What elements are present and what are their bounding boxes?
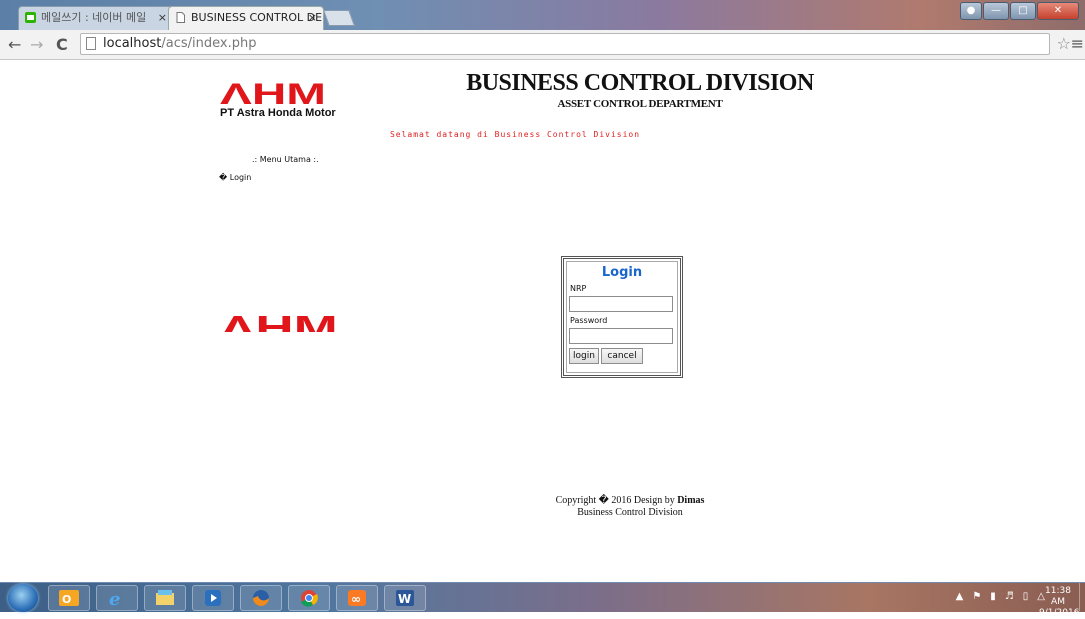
show-hidden-icons-icon[interactable]: ▲ bbox=[956, 591, 964, 602]
battery-icon[interactable]: ▯ bbox=[1023, 591, 1029, 602]
window-controls: ● — □ ✕ bbox=[960, 2, 1079, 20]
firefox-icon[interactable] bbox=[240, 585, 282, 611]
tab-close-icon[interactable]: × bbox=[308, 7, 317, 29]
media-player-icon[interactable] bbox=[192, 585, 234, 611]
network-signal-icon[interactable]: ▮ bbox=[990, 591, 996, 602]
system-clock[interactable]: 11:38 AM 9/1/2016 bbox=[1039, 586, 1080, 619]
file-explorer-icon[interactable] bbox=[144, 585, 186, 611]
footer-copyright: Copyright � 2016 Design by Dimas bbox=[440, 495, 820, 507]
internet-explorer-icon[interactable]: e bbox=[96, 585, 138, 611]
footer: Copyright � 2016 Design by Dimas Busines… bbox=[440, 495, 820, 519]
outlook-icon[interactable]: O bbox=[48, 585, 90, 611]
svg-text:ΛHM: ΛHM bbox=[220, 312, 338, 332]
url-host: localhost bbox=[103, 36, 162, 51]
forward-arrow-icon[interactable]: → bbox=[30, 35, 43, 55]
login-title: Login bbox=[601, 265, 643, 280]
browser-tab-strip: 메일쓰기 : 네이버 메일 × BUSINESS CONTROL DEP × ●… bbox=[0, 0, 1085, 30]
new-tab-button[interactable] bbox=[323, 10, 355, 26]
svg-text:e: e bbox=[109, 589, 120, 608]
nrp-input[interactable] bbox=[569, 296, 673, 312]
nrp-label: NRP bbox=[570, 284, 587, 293]
clock-time: 11:38 AM bbox=[1045, 586, 1071, 607]
page-title: BUSINESS CONTROL DIVISION bbox=[466, 70, 814, 96]
word-icon[interactable]: W bbox=[384, 585, 426, 611]
sidebar-item-login[interactable]: � Login bbox=[219, 173, 251, 182]
reload-icon[interactable]: C bbox=[56, 35, 68, 55]
chrome-icon[interactable] bbox=[288, 585, 330, 611]
ahm-logo-partial: ΛHM bbox=[220, 312, 340, 332]
minimize-button[interactable]: — bbox=[983, 2, 1009, 20]
svg-text:O: O bbox=[62, 593, 71, 606]
system-tray: ▲ ⚑ ▮ ♬ ▯ △ bbox=[956, 591, 1045, 602]
user-icon[interactable]: ● bbox=[960, 2, 982, 20]
welcome-marquee: Selamat datang di Business Control Divis… bbox=[389, 130, 641, 139]
footer-author: Dimas bbox=[677, 495, 705, 506]
sidebar-menu-title: .: Menu Utama :. bbox=[252, 155, 319, 164]
menu-icon[interactable]: ≡ bbox=[1071, 34, 1084, 53]
cancel-button[interactable]: cancel bbox=[601, 348, 643, 364]
bookmark-star-icon[interactable]: ☆ bbox=[1057, 34, 1071, 53]
password-label: Password bbox=[570, 316, 608, 325]
back-arrow-icon[interactable]: ← bbox=[8, 35, 21, 55]
svg-text:∞: ∞ bbox=[351, 592, 361, 606]
windows-taskbar: O e ∞ W ▲ ⚑ ▮ ♬ ▯ △ 11:38 AM 9/1/2016 bbox=[0, 582, 1085, 618]
page-content: ΛHM PT Astra Honda Motor BUSINESS CONTRO… bbox=[0, 60, 1085, 582]
svg-text:ΛHM: ΛHM bbox=[220, 80, 326, 106]
tab-label: 메일쓰기 : 네이버 메일 bbox=[41, 11, 147, 24]
tab-naver-mail[interactable]: 메일쓰기 : 네이버 메일 × bbox=[18, 6, 174, 30]
tab-business-control[interactable]: BUSINESS CONTROL DEP × bbox=[168, 6, 324, 30]
page-subtitle: ASSET CONTROL DEPARTMENT bbox=[557, 98, 723, 110]
maximize-button[interactable]: □ bbox=[1010, 2, 1036, 20]
url-path: /acs/index.php bbox=[161, 36, 257, 51]
svg-text:W: W bbox=[398, 592, 411, 606]
logo-caption: PT Astra Honda Motor bbox=[220, 107, 336, 119]
page-favicon-icon bbox=[176, 12, 185, 23]
close-window-button[interactable]: ✕ bbox=[1037, 2, 1079, 20]
ahm-logo: ΛHM PT Astra Honda Motor bbox=[220, 80, 340, 119]
volume-icon[interactable]: ♬ bbox=[1005, 591, 1014, 602]
password-input[interactable] bbox=[569, 328, 673, 344]
address-bar[interactable]: localhost/acs/index.php bbox=[80, 33, 1050, 55]
ahm-logo-mark: ΛHM bbox=[220, 80, 326, 106]
ahm-logo-mark: ΛHM bbox=[220, 312, 338, 332]
action-center-flag-icon[interactable]: ⚑ bbox=[972, 591, 981, 602]
login-form: Login NRP Password login cancel bbox=[561, 256, 683, 378]
page-icon bbox=[86, 37, 96, 50]
xampp-icon[interactable]: ∞ bbox=[336, 585, 378, 611]
clock-date: 9/1/2016 bbox=[1039, 608, 1080, 618]
tab-close-icon[interactable]: × bbox=[158, 7, 167, 29]
show-desktop-button[interactable] bbox=[1079, 583, 1085, 611]
browser-toolbar: ← → C localhost/acs/index.php ☆ ≡ bbox=[0, 30, 1085, 60]
naver-mail-favicon-icon bbox=[25, 12, 36, 23]
tab-label: BUSINESS CONTROL DEP bbox=[191, 11, 324, 24]
copyright-text: Copyright � 2016 Design by bbox=[555, 495, 678, 506]
start-orb[interactable] bbox=[8, 584, 38, 612]
footer-division: Business Control Division bbox=[577, 507, 683, 518]
login-button[interactable]: login bbox=[569, 348, 599, 364]
